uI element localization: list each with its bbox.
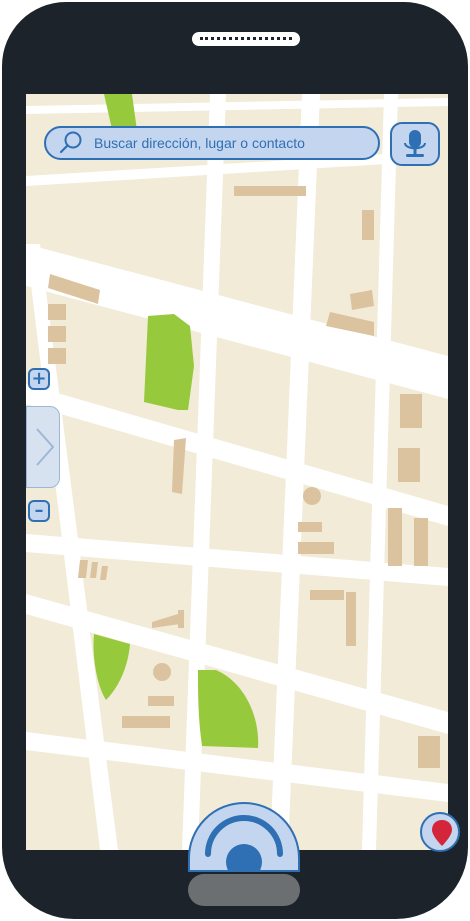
phone-speaker (192, 32, 300, 46)
map-screen[interactable]: Buscar dirección, lugar o contacto (26, 94, 448, 850)
map-pin-icon (432, 820, 452, 846)
side-panel-handle[interactable] (26, 406, 60, 488)
search-icon (59, 131, 82, 154)
search-input[interactable]: Buscar dirección, lugar o contacto (44, 126, 380, 160)
location-pin-button[interactable] (420, 812, 460, 852)
chevron-right-icon (36, 428, 55, 466)
zoom-in-button[interactable]: + (28, 368, 50, 390)
microphone-icon (404, 130, 426, 157)
phone-frame: Buscar dirección, lugar o contacto + – (2, 2, 468, 919)
home-button[interactable] (188, 874, 300, 906)
map-canvas[interactable] (26, 94, 448, 850)
zoom-out-button[interactable]: – (28, 500, 50, 522)
search-placeholder: Buscar dirección, lugar o contacto (94, 135, 305, 151)
voice-search-button[interactable] (390, 122, 440, 166)
